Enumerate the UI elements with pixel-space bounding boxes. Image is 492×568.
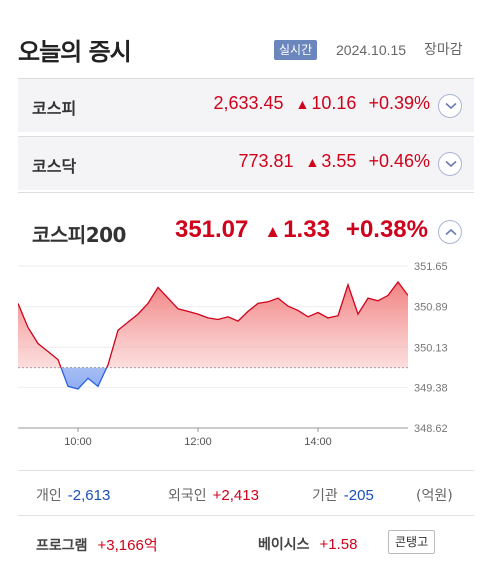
expand-kosdaq-button[interactable] — [438, 152, 462, 176]
expand-kospi-button[interactable] — [438, 94, 462, 118]
index-value: 351.07 — [174, 216, 249, 243]
realtime-badge: 실시간 — [274, 40, 318, 60]
index-values: 773.81 ▲ 3.55 +0.46% — [226, 151, 430, 172]
market-date: 2024.10.15 — [336, 42, 407, 58]
flow-individual: 개인 -2,613 — [36, 485, 110, 505]
index-change: 1.33 — [283, 216, 330, 243]
intraday-chart: 351.65 350.89 350.13 349.38 348.62 10:00 12:00… — [18, 261, 448, 448]
index-change: 10.16 — [311, 93, 357, 113]
basis: 베이시스 +1.58 — [258, 534, 358, 554]
basis-label: 베이시스 — [258, 537, 310, 553]
flow-label: 외국인 — [168, 488, 207, 504]
program-trade: 프로그램 +3,166억 — [36, 534, 158, 555]
flow-value: -2,613 — [67, 487, 111, 504]
flow-label: 기관 — [312, 488, 338, 504]
kosdaq-row[interactable]: 코스닥 773.81 ▲ 3.55 +0.46% — [18, 136, 474, 190]
index-values: 2,633.45 ▲ 10.16 +0.39% — [201, 93, 430, 114]
program-label: 프로그램 — [36, 538, 88, 554]
y-tick-label: 350.13 — [414, 342, 448, 354]
basis-value: +1.58 — [319, 536, 358, 553]
collapse-kospi200-button[interactable] — [438, 220, 462, 244]
index-change: 3.55 — [321, 151, 357, 171]
page-title: 오늘의 증시 — [18, 38, 132, 66]
kospi200-chart: 351.65 350.89 350.13 349.38 348.62 10:00 12:00… — [18, 258, 474, 450]
x-tick-label: 14:00 — [304, 436, 332, 448]
index-name: 코스피200 — [32, 223, 126, 247]
flow-label: 개인 — [36, 488, 62, 504]
flow-unit: (억원) — [416, 488, 453, 504]
index-rate: +0.39% — [368, 93, 430, 113]
x-tick-label: 10:00 — [64, 436, 92, 448]
up-arrow-icon: ▲ — [264, 222, 282, 241]
chevron-down-icon — [445, 102, 457, 110]
investor-flows: 개인 -2,613 외국인 +2,413 기관 -205 (억원) — [18, 470, 474, 516]
market-state: 장마감 — [424, 42, 463, 58]
chevron-up-icon — [445, 228, 457, 236]
index-values: 351.07 ▲1.33 +0.38% — [159, 216, 428, 244]
program-value: +3,166억 — [97, 537, 158, 554]
index-rate: +0.46% — [368, 151, 430, 171]
index-rate: +0.38% — [345, 216, 428, 243]
index-value: 2,633.45 — [213, 93, 284, 113]
kospi-row[interactable]: 코스피 2,633.45 ▲ 10.16 +0.39% — [18, 78, 474, 132]
flow-institution: 기관 -205 — [312, 485, 374, 505]
flow-foreign: 외국인 +2,413 — [168, 485, 259, 505]
divider — [18, 192, 474, 193]
up-arrow-icon: ▲ — [305, 154, 320, 170]
basis-state-badge: 콘탱고 — [388, 530, 436, 554]
index-name: 코스피 — [32, 99, 77, 118]
chevron-down-icon — [445, 160, 457, 168]
flow-value: -205 — [343, 487, 374, 504]
index-value: 773.81 — [238, 151, 294, 171]
y-tick-label: 349.38 — [414, 382, 448, 394]
kospi200-row[interactable]: 코스피200 351.07 ▲1.33 +0.38% — [18, 210, 474, 254]
flow-value: +2,413 — [212, 487, 259, 504]
market-header: 오늘의 증시 실시간 2024.10.15 장마감 — [18, 32, 474, 66]
y-tick-label: 351.65 — [414, 261, 448, 273]
up-arrow-icon: ▲ — [295, 96, 310, 112]
index-name: 코스닥 — [32, 157, 77, 176]
y-tick-label: 348.62 — [414, 423, 448, 435]
program-basis: 프로그램 +3,166억 베이시스 +1.58 콘탱고 — [18, 530, 474, 558]
x-tick-label: 12:00 — [184, 436, 212, 448]
y-tick-label: 350.89 — [414, 302, 448, 314]
